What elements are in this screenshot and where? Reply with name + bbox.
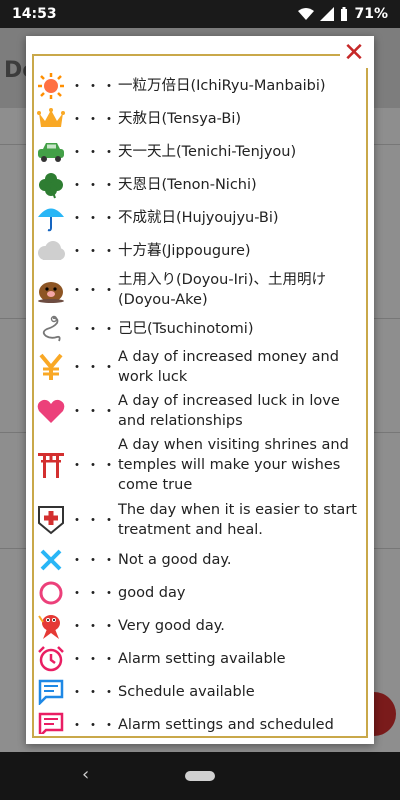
legend-item: ・・・ 土用入り(Doyou-Iri)、土用明け(Doyou-Ake) (36, 267, 364, 313)
snake-icon (36, 314, 66, 344)
mole-icon (36, 275, 66, 305)
legend-dots: ・・・ (70, 585, 118, 602)
back-icon[interactable]: ‹ (82, 764, 89, 785)
alarm-schedule-icon (36, 710, 66, 734)
legend-item: ・・・ 不成就日(Hujyoujyu-Bi) (36, 201, 364, 234)
legend-item: ・・・ Alarm setting available (36, 642, 364, 675)
legend-dots: ・・・ (70, 458, 118, 474)
legend-text: 一粒万倍日(IchiRyu-Manbaibi) (118, 78, 326, 94)
legend-text: Alarm settings and scheduled (118, 716, 334, 733)
legend-dots: ・・・ (70, 177, 118, 194)
legend-item: ・・・ 十方暮(Jippougure) (36, 234, 364, 267)
legend-text: A day when visiting shrines and temples … (118, 437, 349, 493)
legend-dots: ・・・ (70, 513, 118, 529)
legend-text: Alarm setting available (118, 650, 286, 667)
legend-text: Schedule available (118, 683, 255, 700)
legend-item: ・・・ Schedule available (36, 675, 364, 708)
legend-item: ・・・ A day when visiting shrines and temp… (36, 433, 364, 497)
legend-item: ・・・ The day when it is easier to start t… (36, 497, 364, 543)
legend-text: 天赦日(Tensya-Bi) (118, 110, 242, 127)
legend-dots: ・・・ (70, 717, 118, 734)
legend-dots: ・・・ (70, 322, 118, 338)
wifi-icon (298, 8, 315, 20)
yen-icon (36, 352, 66, 382)
legend-dots: ・・・ (70, 618, 118, 635)
legend-item: ・・・ good day (36, 576, 364, 609)
legend-text: 十方暮(Jippougure) (118, 242, 251, 259)
legend-item: ・・・ Very good day. (36, 609, 364, 642)
legend-dots: ・・・ (70, 210, 118, 227)
battery-percent: 71% (354, 6, 388, 22)
legend-text: Very good day. (118, 617, 225, 634)
legend-dots: ・・・ (70, 243, 118, 260)
umbrella-icon (36, 203, 66, 233)
legend-text: Not a good day. (118, 551, 232, 568)
navigation-bar: ‹ (0, 752, 400, 800)
close-button[interactable]: ✕ (342, 40, 366, 66)
legend-dots: ・・・ (70, 79, 118, 95)
legend-dots: ・・・ (70, 360, 118, 376)
legend-dots: ・・・ (70, 684, 118, 701)
battery-icon (341, 7, 348, 21)
legend-dialog: ✕ ・・・ 一粒万倍日(IchiRyu-Manbaibi) ・・・ 天赦日(Te… (26, 36, 374, 744)
legend-item: ・・・ A day of increased money and work lu… (36, 345, 364, 389)
legend-text: 土用入り(Doyou-Iri)、土用明け(Doyou-Ake) (118, 272, 326, 308)
schedule-icon (36, 677, 66, 707)
legend-dots: ・・・ (70, 144, 118, 161)
legend-item: ・・・ A day of increased luck in love and … (36, 389, 364, 433)
legend-text: The day when it is easier to start treat… (118, 502, 357, 538)
legend-text: good day (118, 584, 186, 601)
legend-dots: ・・・ (70, 111, 118, 128)
legend-text: 不成就日(Hujyoujyu-Bi) (118, 209, 279, 226)
signal-icon (320, 7, 335, 21)
cross-mark-icon (36, 545, 66, 575)
legend-text: 天恩日(Tenon-Nichi) (118, 176, 257, 193)
legend-text: A day of increased luck in love and rela… (118, 393, 340, 429)
legend-text: 天一天上(Tenichi-Tenjyou) (118, 143, 297, 160)
car-icon (36, 137, 66, 167)
legend-dots: ・・・ (70, 651, 118, 668)
legend-item: ・・・ 天赦日(Tensya-Bi) (36, 102, 364, 135)
status-bar: 14:53 71% (0, 0, 400, 28)
legend-dots: ・・・ (70, 283, 118, 299)
legend-text: A day of increased money and work luck (118, 349, 339, 385)
legend-text: 己巳(Tsuchinotomi) (118, 321, 254, 337)
sea-bream-icon (36, 611, 66, 641)
status-time: 14:53 (12, 6, 57, 22)
legend-list: ・・・ 一粒万倍日(IchiRyu-Manbaibi) ・・・ 天赦日(Tens… (36, 70, 364, 734)
alarm-clock-icon (36, 644, 66, 674)
sun-icon (36, 71, 66, 101)
legend-item: ・・・ 天恩日(Tenon-Nichi) (36, 168, 364, 201)
legend-item: ・・・ 天一天上(Tenichi-Tenjyou) (36, 135, 364, 168)
crown-icon (36, 104, 66, 134)
circle-icon (36, 578, 66, 608)
legend-item: ・・・ 一粒万倍日(IchiRyu-Manbaibi) (36, 70, 364, 102)
legend-dots: ・・・ (70, 404, 118, 420)
torii-icon (36, 450, 66, 480)
legend-item: ・・・ Not a good day. (36, 543, 364, 576)
home-button[interactable] (185, 771, 215, 781)
status-icons: 71% (298, 6, 388, 22)
clover-icon (36, 170, 66, 200)
legend-dots: ・・・ (70, 552, 118, 569)
legend-item: ・・・ Alarm settings and scheduled (36, 708, 364, 734)
heart-icon (36, 396, 66, 426)
cloud-icon (36, 236, 66, 266)
legend-item: ・・・ 己巳(Tsuchinotomi) (36, 313, 364, 345)
medical-cross-icon (36, 505, 66, 535)
